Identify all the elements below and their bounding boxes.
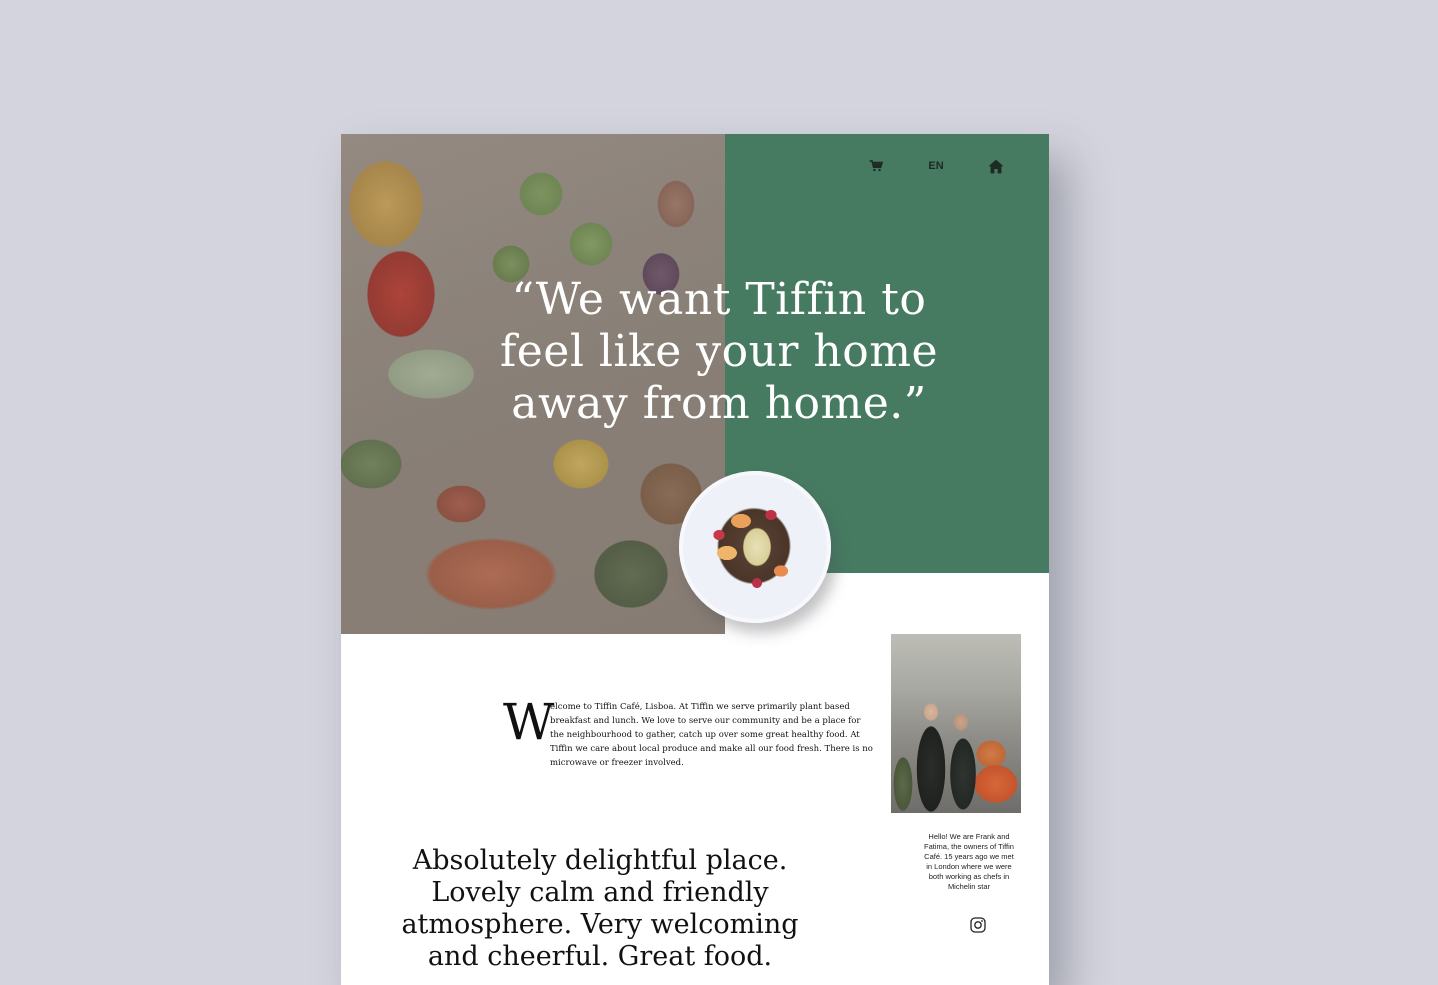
salad-food <box>701 491 807 601</box>
intro-text: elcome to Tiffin Café, Lisboa. At Tiffin… <box>550 702 873 768</box>
instagram-icon[interactable] <box>970 917 986 933</box>
cart-icon[interactable] <box>865 156 887 176</box>
intro-dropcap: W <box>503 693 555 751</box>
hero-quote: “We want Tiffin to feel like your home a… <box>499 274 939 429</box>
review-quote: Absolutely delightful place. Lovely calm… <box>401 845 799 972</box>
home-icon[interactable] <box>985 156 1007 176</box>
salad-bowl-photo <box>679 471 831 623</box>
page: EN “We want Tiffin to feel like your hom… <box>341 134 1049 985</box>
language-selector[interactable]: EN <box>921 156 951 176</box>
top-nav: EN <box>341 156 1049 176</box>
owners-caption: Hello! We are Frank and Fatima, the owne… <box>924 832 1014 891</box>
owners-photo <box>891 634 1021 813</box>
